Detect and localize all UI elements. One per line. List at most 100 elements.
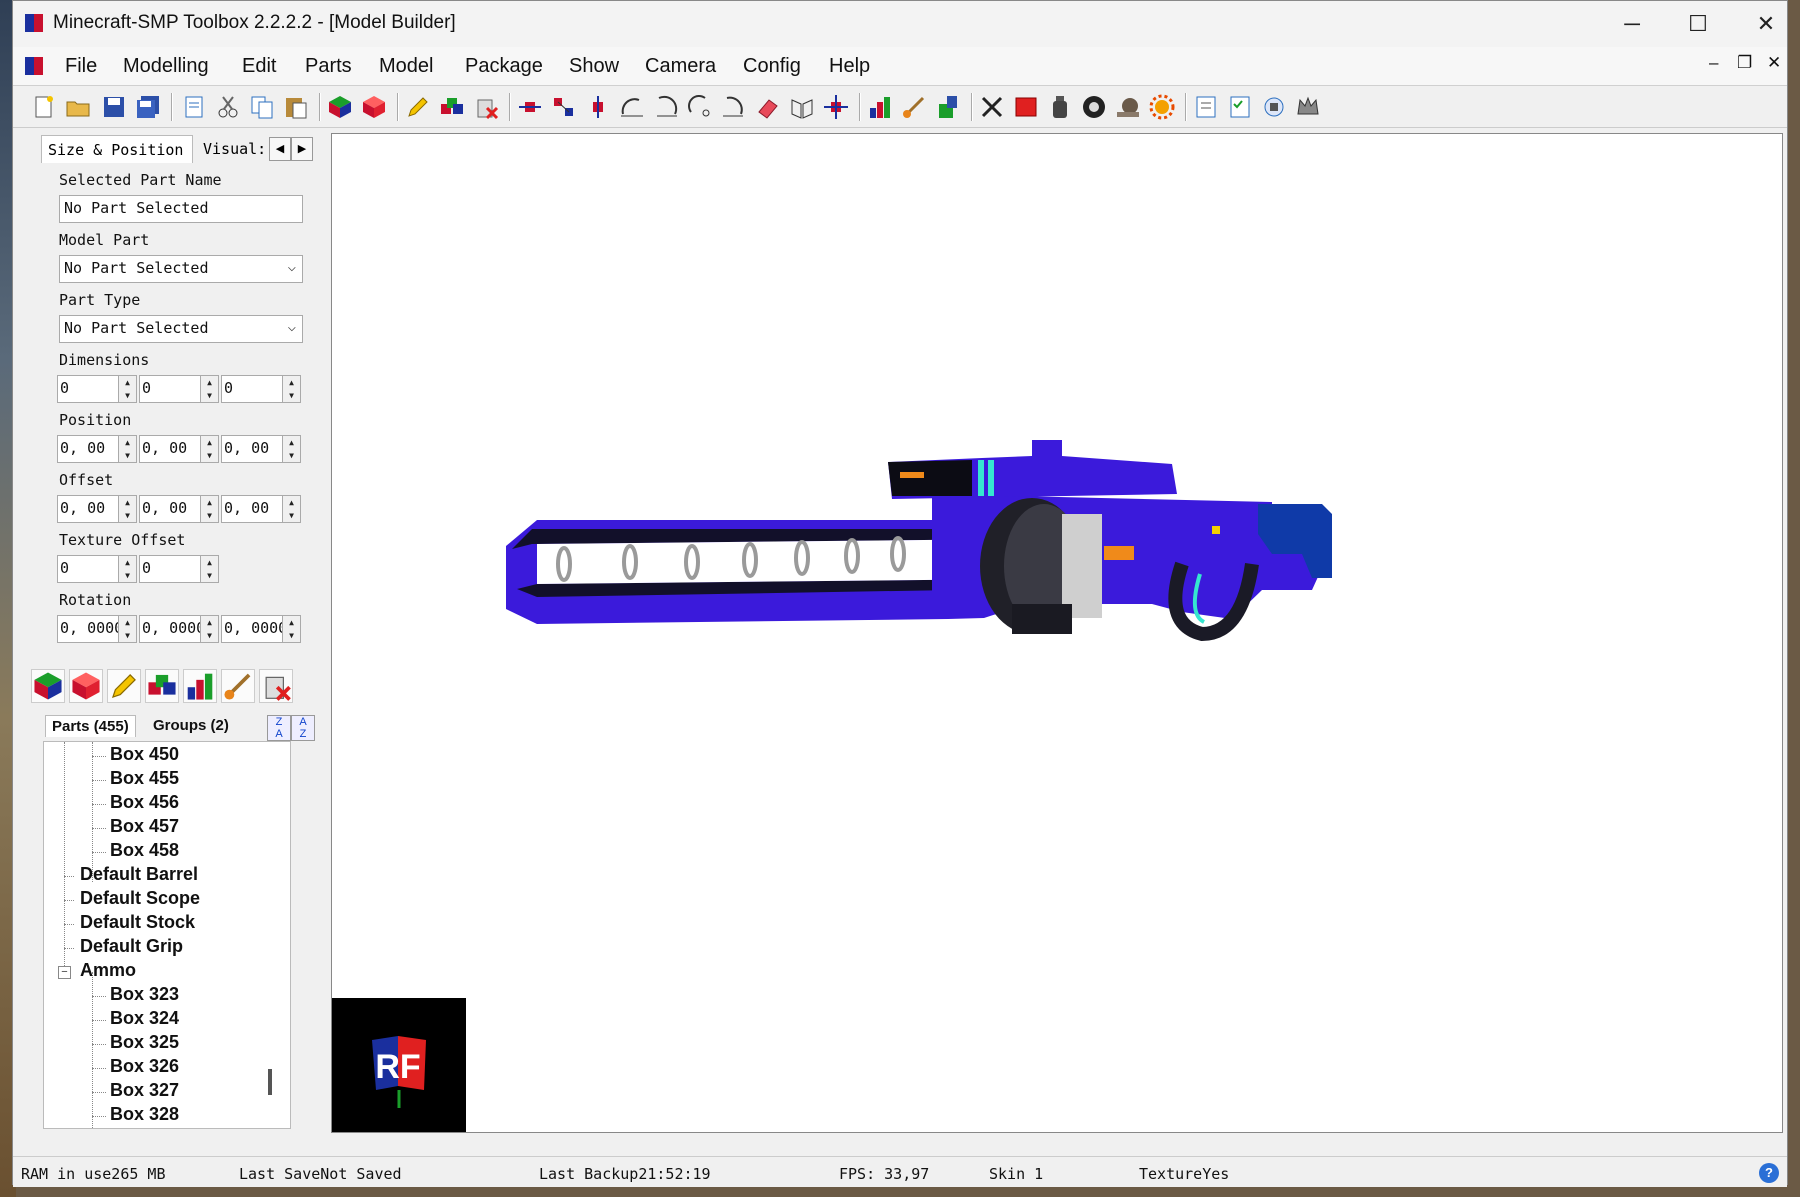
tree-node-box-455[interactable]: Box 455 bbox=[110, 768, 179, 789]
move-left-right-icon[interactable] bbox=[517, 94, 543, 120]
texture-offset-y-stepper[interactable]: 0 ▲ ▼ bbox=[139, 555, 219, 583]
snail-icon[interactable] bbox=[1115, 94, 1141, 120]
add-box-button[interactable] bbox=[31, 669, 65, 703]
rotate-y-icon[interactable] bbox=[653, 94, 679, 120]
list-icon[interactable] bbox=[1193, 94, 1219, 120]
tab-size-position[interactable]: Size & Position bbox=[41, 135, 193, 163]
menu-config[interactable]: Config bbox=[743, 55, 801, 78]
bottle-icon[interactable] bbox=[1047, 94, 1073, 120]
menu-model[interactable]: Model bbox=[379, 55, 433, 78]
eraser-icon[interactable] bbox=[755, 94, 781, 120]
stepper-arrows-icon[interactable]: ▲ ▼ bbox=[200, 376, 218, 402]
tree-node-box-456[interactable]: Box 456 bbox=[110, 792, 179, 813]
mdi-restore-button[interactable]: ❐ bbox=[1737, 53, 1752, 73]
stepper-arrows-icon[interactable]: ▲ ▼ bbox=[200, 496, 218, 522]
tree-node-default-grip[interactable]: Default Grip bbox=[80, 936, 183, 957]
rotation-y-stepper[interactable]: 0, 0000 ▲ ▼ bbox=[139, 615, 219, 643]
stepper-arrows-icon[interactable]: ▲ ▼ bbox=[118, 436, 136, 462]
part-type-select[interactable]: No Part Selected ⌵ bbox=[59, 315, 303, 343]
tab-groups[interactable]: Groups (2) bbox=[147, 715, 235, 736]
menu-file[interactable]: File bbox=[65, 55, 97, 78]
red-square-icon[interactable] bbox=[1013, 94, 1039, 120]
menu-camera[interactable]: Camera bbox=[645, 55, 716, 78]
stepper-arrows-icon[interactable]: ▲ ▼ bbox=[282, 616, 300, 642]
stepper-arrows-icon[interactable]: ▲ ▼ bbox=[282, 436, 300, 462]
pencil-icon[interactable] bbox=[405, 94, 431, 120]
tree-node-box-324[interactable]: Box 324 bbox=[110, 1008, 179, 1029]
parts-tree[interactable]: Box 450 Box 455 Box 456 Box 457 Box 458 … bbox=[43, 741, 291, 1129]
multi-cube-icon[interactable] bbox=[439, 94, 465, 120]
color-bars-icon[interactable] bbox=[867, 94, 893, 120]
tree-node-box-326[interactable]: Box 326 bbox=[110, 1056, 179, 1077]
save-all-icon[interactable] bbox=[135, 94, 161, 120]
cut-icon[interactable] bbox=[215, 94, 241, 120]
selected-part-name-field[interactable]: No Part Selected bbox=[59, 195, 303, 223]
mdi-close-button[interactable]: ✕ bbox=[1767, 53, 1781, 73]
maximize-button[interactable]: ☐ bbox=[1663, 1, 1733, 47]
tree-node-box-323[interactable]: Box 323 bbox=[110, 984, 179, 1005]
sort-za-button[interactable]: ZA bbox=[267, 715, 291, 741]
green-cube-icon[interactable] bbox=[327, 94, 353, 120]
move-up-down-icon[interactable] bbox=[585, 94, 611, 120]
brush-icon[interactable] bbox=[901, 94, 927, 120]
stepper-arrows-icon[interactable]: ▲ ▼ bbox=[200, 616, 218, 642]
mdi-minimize-button[interactable]: – bbox=[1709, 53, 1718, 73]
rotate-x-icon[interactable] bbox=[619, 94, 645, 120]
tree-node-box-327[interactable]: Box 327 bbox=[110, 1080, 179, 1101]
sun-icon[interactable] bbox=[1149, 94, 1175, 120]
stepper-arrows-icon[interactable]: ▲ ▼ bbox=[118, 376, 136, 402]
tree-node-box-457[interactable]: Box 457 bbox=[110, 816, 179, 837]
save-icon[interactable] bbox=[101, 94, 127, 120]
tools-icon[interactable] bbox=[1261, 94, 1287, 120]
move-steps-icon[interactable] bbox=[551, 94, 577, 120]
checklist-icon[interactable] bbox=[1227, 94, 1253, 120]
tree-node-default-barrel[interactable]: Default Barrel bbox=[80, 864, 198, 885]
model-viewport[interactable]: RF bbox=[331, 133, 1783, 1133]
menu-help[interactable]: Help bbox=[829, 55, 870, 78]
menu-package[interactable]: Package bbox=[465, 55, 543, 78]
close-button[interactable]: ✕ bbox=[1731, 1, 1800, 47]
stepper-arrows-icon[interactable]: ▲ ▼ bbox=[200, 436, 218, 462]
group-parts-button[interactable] bbox=[145, 669, 179, 703]
menu-modelling[interactable]: Modelling bbox=[123, 55, 209, 78]
tree-node-default-scope[interactable]: Default Scope bbox=[80, 888, 200, 909]
menu-parts[interactable]: Parts bbox=[305, 55, 352, 78]
offset-z-stepper[interactable]: 0, 00 ▲ ▼ bbox=[221, 495, 301, 523]
position-x-stepper[interactable]: 0, 00 ▲ ▼ bbox=[57, 435, 137, 463]
page-icon[interactable] bbox=[181, 94, 207, 120]
tree-scrollbar[interactable] bbox=[268, 1069, 272, 1095]
rotate-alt-icon[interactable] bbox=[721, 94, 747, 120]
stepper-arrows-icon[interactable]: ▲ ▼ bbox=[118, 616, 136, 642]
mirror-icon[interactable] bbox=[789, 94, 815, 120]
move-all-icon[interactable] bbox=[823, 94, 849, 120]
offset-y-stepper[interactable]: 0, 00 ▲ ▼ bbox=[139, 495, 219, 523]
stepper-arrows-icon[interactable]: ▲ ▼ bbox=[282, 496, 300, 522]
collapse-icon[interactable]: − bbox=[58, 966, 71, 979]
ball-icon[interactable] bbox=[1081, 94, 1107, 120]
tree-node-default-stock[interactable]: Default Stock bbox=[80, 912, 195, 933]
menu-show[interactable]: Show bbox=[569, 55, 619, 78]
minimize-button[interactable]: ─ bbox=[1597, 1, 1667, 47]
copy-icon[interactable] bbox=[249, 94, 275, 120]
offset-x-stepper[interactable]: 0, 00 ▲ ▼ bbox=[57, 495, 137, 523]
texture-offset-x-stepper[interactable]: 0 ▲ ▼ bbox=[57, 555, 137, 583]
stepper-arrows-icon[interactable]: ▲ ▼ bbox=[118, 556, 136, 582]
rotation-z-stepper[interactable]: 0, 0000 ▲ ▼ bbox=[221, 615, 301, 643]
tab-parts[interactable]: Parts (455) bbox=[45, 715, 136, 737]
help-icon[interactable]: ? bbox=[1759, 1163, 1779, 1183]
edit-part-button[interactable] bbox=[107, 669, 141, 703]
position-z-stepper[interactable]: 0, 00 ▲ ▼ bbox=[221, 435, 301, 463]
paint-button[interactable] bbox=[221, 669, 255, 703]
tree-node-ammo[interactable]: Ammo bbox=[80, 960, 136, 981]
dimension-x-stepper[interactable]: 0 ▲ ▼ bbox=[57, 375, 137, 403]
gun-model-render[interactable] bbox=[332, 134, 1782, 1132]
dimension-y-stepper[interactable]: 0 ▲ ▼ bbox=[139, 375, 219, 403]
cross-icon[interactable] bbox=[979, 94, 1005, 120]
rotation-x-stepper[interactable]: 0, 0000 ▲ ▼ bbox=[57, 615, 137, 643]
stepper-arrows-icon[interactable]: ▲ ▼ bbox=[282, 376, 300, 402]
crown-icon[interactable] bbox=[1295, 94, 1321, 120]
paste-icon[interactable] bbox=[283, 94, 309, 120]
tree-node-box-325[interactable]: Box 325 bbox=[110, 1032, 179, 1053]
tree-node-box-458[interactable]: Box 458 bbox=[110, 840, 179, 861]
dimension-z-stepper[interactable]: 0 ▲ ▼ bbox=[221, 375, 301, 403]
